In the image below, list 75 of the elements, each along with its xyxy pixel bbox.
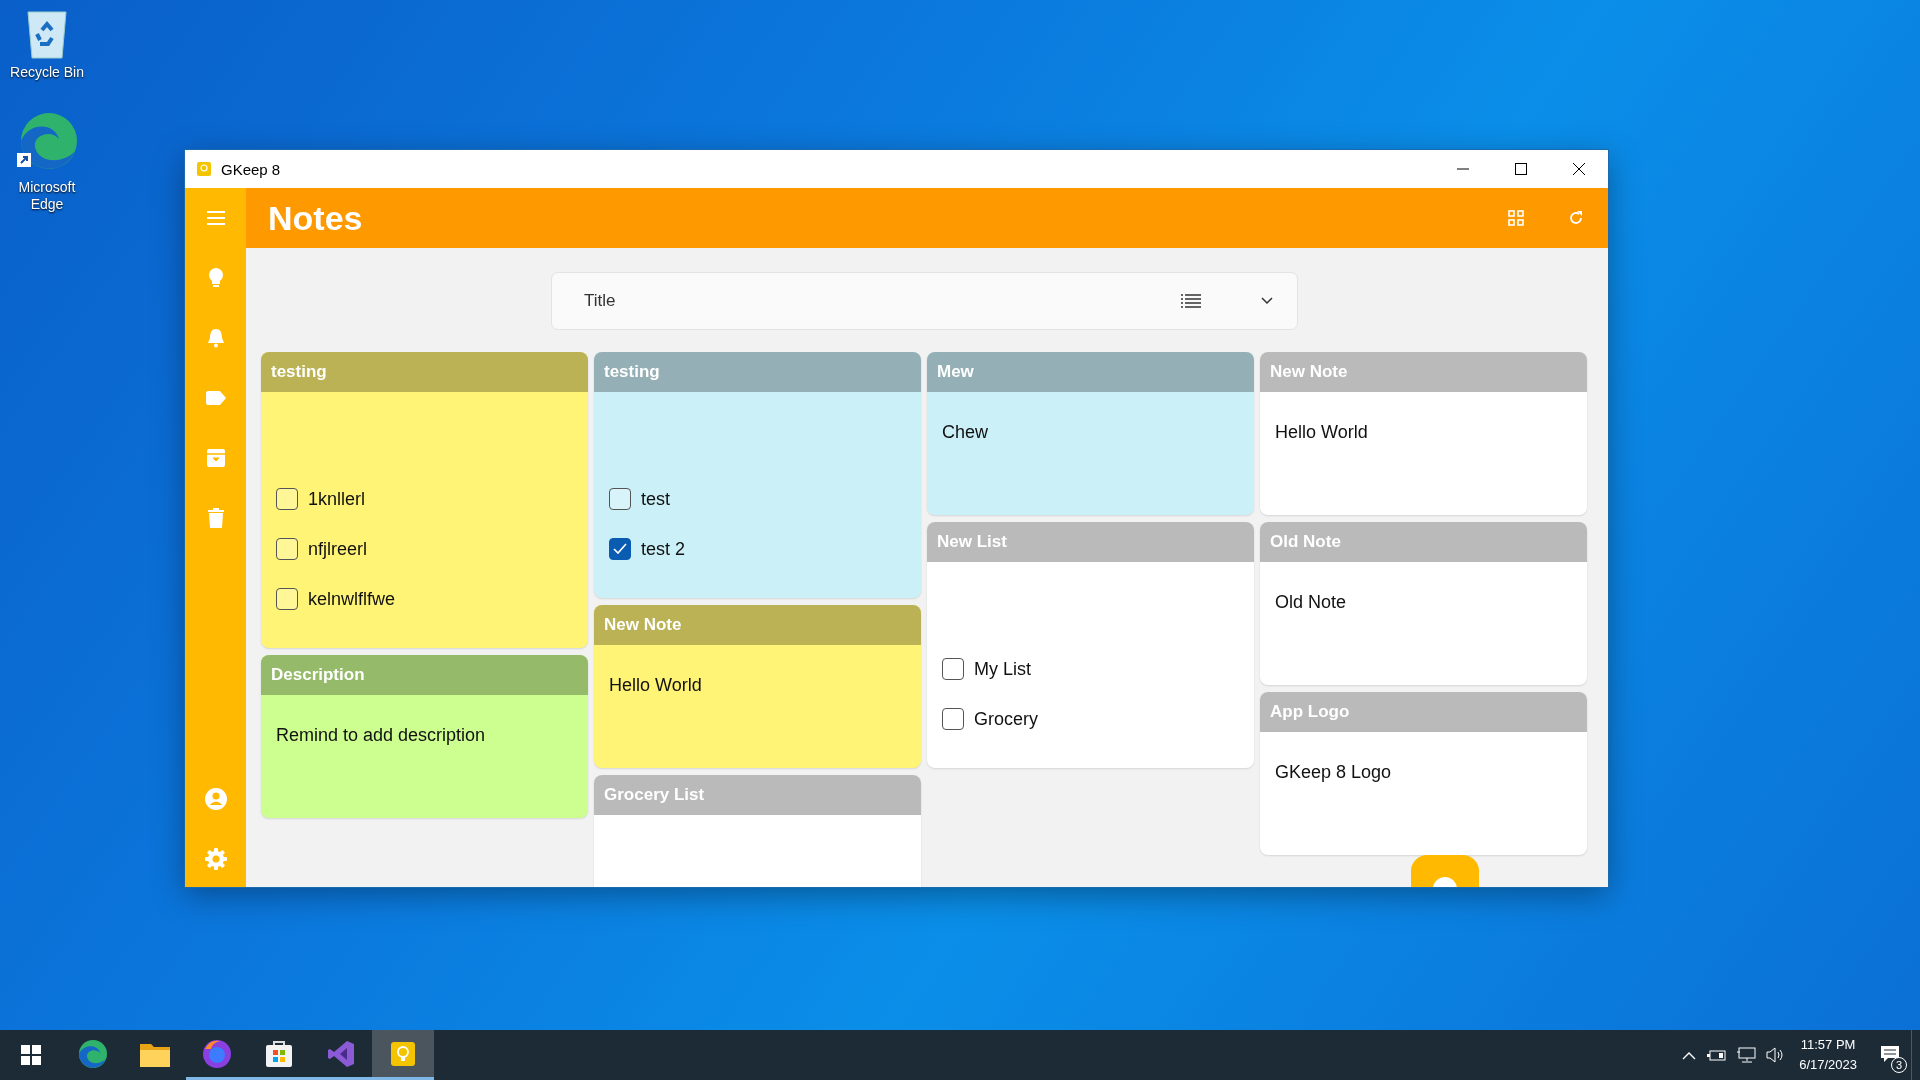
- checklist-item-text: My List: [974, 658, 1031, 680]
- bell-icon: [206, 328, 225, 348]
- checklist-item-text: test 2: [641, 538, 686, 560]
- checklist-item-text: test: [641, 488, 670, 510]
- desktop-icon-label[interactable]: Recycle Bin: [4, 64, 90, 81]
- battery-icon[interactable]: [1706, 1048, 1727, 1062]
- checklist-item-text: Grocery: [974, 708, 1038, 730]
- note-card[interactable]: Mew Chew: [927, 352, 1254, 515]
- trash-icon: [207, 508, 224, 528]
- note-text: Hello World: [1275, 422, 1368, 442]
- chevron-up-icon[interactable]: [1682, 1050, 1697, 1060]
- checklist-item-text: 1knllerl: [308, 488, 366, 510]
- note-title: New Note: [1260, 352, 1587, 392]
- speaker-icon[interactable]: [1766, 1047, 1785, 1063]
- clock[interactable]: 11:57 PM 6/17/2023: [1799, 1035, 1857, 1075]
- desktop-icon-label[interactable]: Microsoft Edge: [4, 178, 90, 213]
- checklist-item-text: nfjlreerl: [308, 538, 368, 560]
- store-bag-icon: [265, 1039, 293, 1068]
- note-text: Chew: [942, 422, 989, 442]
- account-icon: [204, 788, 227, 810]
- note-card[interactable]: New List My List Grocery: [927, 522, 1254, 768]
- note-card[interactable]: testing test test 2: [594, 352, 921, 598]
- note-title: Old Note: [1260, 522, 1587, 562]
- network-icon[interactable]: [1736, 1047, 1757, 1063]
- note-title: Mew: [927, 352, 1254, 392]
- note-card[interactable]: New Note Hello World: [1260, 352, 1587, 515]
- close-icon: [1573, 163, 1585, 175]
- settings-icon: [204, 848, 227, 870]
- note-card[interactable]: Old Note Old Note: [1260, 522, 1587, 685]
- note-text: GKeep 8 Logo: [1275, 762, 1392, 782]
- code-editor-icon: [327, 1039, 355, 1068]
- checkbox[interactable]: [609, 538, 631, 560]
- sort-dropdown[interactable]: Title: [551, 272, 1298, 330]
- note-text: Remind to add description: [276, 725, 486, 745]
- taskbar-app-button[interactable]: [372, 1030, 434, 1080]
- note-title: New List: [927, 522, 1254, 562]
- checkbox[interactable]: [276, 488, 298, 510]
- chevron-down-icon: [1261, 297, 1273, 305]
- maximize-icon: [1515, 163, 1527, 175]
- note-title: testing: [594, 352, 921, 392]
- note-card[interactable]: New Note Hello World: [594, 605, 921, 768]
- clock-date: 6/17/2023: [1799, 1056, 1857, 1074]
- list-icon: [1181, 294, 1201, 308]
- label-icon: [205, 391, 226, 405]
- note-card[interactable]: Description Remind to add description: [261, 655, 588, 818]
- check-icon: [613, 543, 627, 555]
- checkbox[interactable]: [942, 658, 964, 680]
- window-title: GKeep 8: [221, 160, 281, 178]
- note-card[interactable]: testing 1knllerl nfjlreerl kelnwlflfwe: [261, 352, 588, 648]
- menu-icon: [205, 210, 226, 226]
- note-title: Description: [261, 655, 588, 695]
- clock-time: 11:57 PM: [1800, 1036, 1856, 1054]
- note-text: Hello World: [609, 675, 702, 695]
- checkbox[interactable]: [276, 538, 298, 560]
- page-title: Notes: [268, 198, 363, 238]
- note-title: testing: [261, 352, 588, 392]
- grid-icon: [1508, 210, 1524, 226]
- lightbulb-icon: [207, 267, 224, 289]
- note-card[interactable]: App Logo GKeep 8 Logo: [1260, 692, 1587, 855]
- app-icon: [197, 162, 211, 176]
- windows-logo-icon: [21, 1045, 41, 1065]
- fox-browser-icon: [202, 1038, 232, 1069]
- archive-icon: [206, 449, 225, 467]
- checkbox[interactable]: [609, 488, 631, 510]
- refresh-icon: [1568, 210, 1584, 226]
- lightbulb-note-icon: [391, 1041, 415, 1066]
- checkbox[interactable]: [942, 708, 964, 730]
- notification-count: 3: [1891, 1057, 1907, 1073]
- browser-icon: [78, 1038, 108, 1069]
- note-title: App Logo: [1260, 692, 1587, 732]
- checklist-item-text: kelnwlflfwe: [308, 588, 396, 610]
- checkbox[interactable]: [276, 588, 298, 610]
- note-title: Grocery List: [594, 775, 921, 815]
- note-title: New Note: [594, 605, 921, 645]
- note-text: Old Note: [1275, 592, 1347, 612]
